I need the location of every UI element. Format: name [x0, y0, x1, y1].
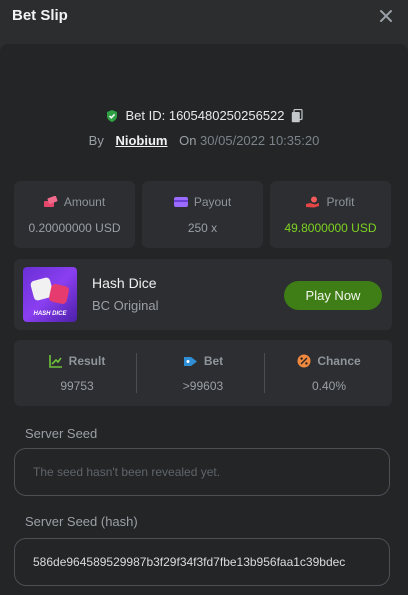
- bet-id-row: Bet ID: 1605480250256522: [0, 108, 408, 123]
- shield-check-icon: [107, 109, 118, 122]
- server-seed-field[interactable]: The seed hasn't been revealed yet.: [14, 448, 390, 496]
- close-icon[interactable]: [378, 8, 394, 24]
- result-value: 99753: [60, 379, 94, 393]
- page-title: Bet Slip: [12, 7, 68, 24]
- bet-slip-header: Bet Slip: [0, 0, 408, 44]
- profit-label: Profit: [326, 195, 355, 209]
- stat-card-amount: Amount 0.20000000 USD: [14, 181, 135, 248]
- server-seed-hash-field[interactable]: 586de964589529987b3f29f34f3fd7fbe13b956f…: [14, 538, 390, 586]
- divider: [264, 353, 265, 393]
- chance-label: Chance: [317, 354, 361, 368]
- chart-up-icon: [48, 355, 62, 368]
- bet-value: >99603: [182, 379, 224, 393]
- bet-cell: Bet >99603: [140, 340, 266, 406]
- result-label: Result: [68, 354, 106, 368]
- on-label: On: [179, 133, 197, 148]
- dice-red-icon: [48, 283, 70, 305]
- money-icon: [43, 196, 58, 207]
- game-subtitle: BC Original: [92, 298, 159, 313]
- stat-card-profit: Profit 49.8000000 USD: [270, 181, 391, 248]
- divider: [136, 353, 137, 393]
- play-now-button[interactable]: Play Now: [284, 281, 382, 310]
- chance-value: 0.40%: [311, 379, 347, 393]
- game-card: HASH DICE Hash Dice BC Original Play Now: [14, 259, 392, 330]
- server-seed-hash-label: Server Seed (hash): [25, 514, 138, 529]
- amount-label: Amount: [63, 195, 106, 209]
- payout-value: 250 x: [187, 221, 218, 235]
- wallet-icon: [173, 197, 188, 207]
- result-card: Result 99753 Bet >99603 Chance 0.40%: [14, 340, 392, 406]
- chance-cell: Chance 0.40%: [266, 340, 392, 406]
- thumbnail-caption: HASH DICE: [33, 311, 67, 317]
- game-name: Hash Dice: [92, 275, 157, 291]
- game-thumbnail: HASH DICE: [23, 267, 77, 322]
- hand-coin-icon: [306, 196, 320, 208]
- bettor-username[interactable]: Niobium: [115, 133, 167, 148]
- bet-timestamp: 30/05/2022 10:35:20: [200, 133, 320, 148]
- bet-id: Bet ID: 1605480250256522: [125, 108, 285, 123]
- tag-icon: [183, 356, 197, 366]
- payout-label: Payout: [193, 195, 232, 209]
- stat-card-payout: Payout 250 x: [142, 181, 263, 248]
- bet-byline: By Niobium On 30/05/2022 10:35:20: [0, 133, 408, 148]
- server-seed-label: Server Seed: [25, 426, 98, 441]
- copy-icon[interactable]: [291, 108, 303, 123]
- result-cell: Result 99753: [14, 340, 140, 406]
- profit-value: 49.8000000 USD: [284, 221, 377, 235]
- percent-icon: [297, 354, 311, 368]
- amount-value: 0.20000000 USD: [28, 221, 121, 235]
- bet-label: Bet: [203, 354, 224, 368]
- by-label: By: [88, 133, 104, 148]
